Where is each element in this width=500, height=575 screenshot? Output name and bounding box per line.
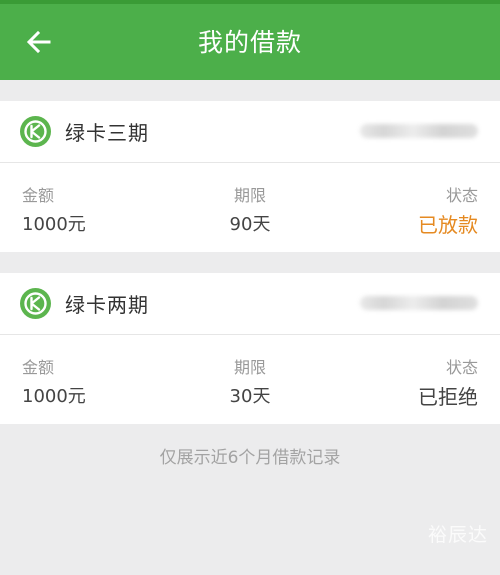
status-value: 已拒绝 bbox=[418, 385, 478, 409]
loan-card[interactable]: 绿卡三期 金额 1000元 期限 90天 状态 已放款 bbox=[0, 101, 500, 252]
status-value: 已放款 bbox=[418, 213, 478, 237]
blurred-loan-id bbox=[360, 124, 478, 138]
loan-card-body: 金额 1000元 期限 90天 状态 已放款 bbox=[0, 163, 500, 252]
loan-name: 绿卡三期 bbox=[65, 121, 149, 145]
status-label: 状态 bbox=[445, 186, 478, 205]
records-footnote: 仅展示近6个月借款记录 bbox=[159, 448, 341, 468]
loan-card-header: 绿卡三期 bbox=[0, 101, 500, 163]
loan-list: 绿卡三期 金额 1000元 期限 90天 状态 已放款 绿卡两期 金额 1000… bbox=[0, 80, 500, 424]
loan-card-body: 金额 1000元 期限 30天 状态 已拒绝 bbox=[0, 335, 500, 424]
status-field: 状态 已放款 bbox=[418, 185, 478, 238]
status-label: 状态 bbox=[445, 358, 478, 377]
loan-card[interactable]: 绿卡两期 金额 1000元 期限 30天 状态 已拒绝 bbox=[0, 273, 500, 424]
greencard-logo-icon bbox=[20, 288, 51, 319]
loan-card-header: 绿卡两期 bbox=[0, 273, 500, 335]
greencard-logo-icon bbox=[20, 116, 51, 147]
blurred-loan-id bbox=[360, 296, 478, 310]
page-title: 我的借款 bbox=[197, 28, 302, 57]
loan-name: 绿卡两期 bbox=[65, 293, 149, 317]
watermark: 裕辰达 bbox=[427, 524, 488, 546]
app-header: 我的借款 bbox=[0, 4, 500, 80]
status-field: 状态 已拒绝 bbox=[418, 357, 478, 410]
